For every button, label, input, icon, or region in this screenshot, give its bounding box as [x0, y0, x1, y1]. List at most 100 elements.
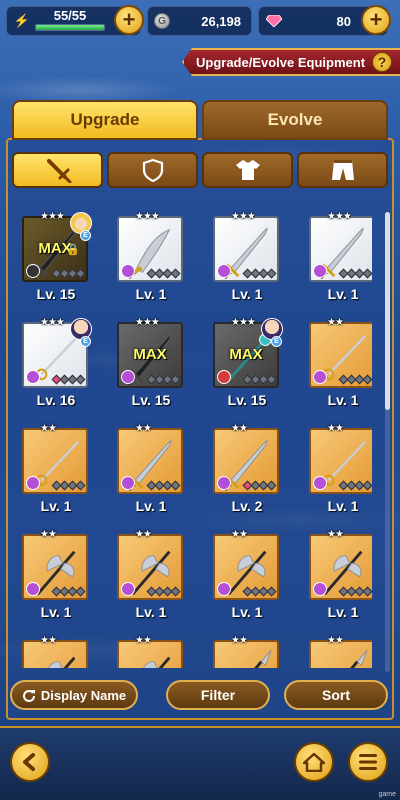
element-icon	[26, 370, 40, 384]
gold-resource: G 26,198	[147, 6, 252, 36]
equipment-card[interactable]: ★★ Lv. 1	[117, 423, 185, 514]
element-icon	[121, 370, 135, 384]
tab-upgrade[interactable]: Upgrade	[12, 100, 198, 140]
scrollbar-thumb[interactable]	[385, 212, 390, 410]
equipment-card[interactable]: ★★★ E Lv. 16	[22, 317, 92, 408]
category-shield[interactable]	[107, 152, 198, 188]
equipment-icon: ★★	[309, 423, 372, 494]
equipment-icon: ★★	[22, 529, 88, 600]
grid-scrollbar[interactable]	[385, 212, 390, 672]
lock-icon: 🔒	[66, 244, 80, 256]
upgrade-slots	[338, 586, 372, 597]
rarity-stars: ★★	[40, 635, 57, 646]
equipped-badge: E	[80, 230, 91, 241]
rarity-stars: ★★	[327, 529, 344, 540]
rarity-stars: ★★	[135, 423, 152, 434]
equipment-card[interactable]: ★★ Lv. 1	[309, 423, 372, 514]
slot-gem-icon	[75, 586, 86, 597]
upgrade-slots	[242, 586, 277, 597]
category-armor[interactable]	[202, 152, 293, 188]
equipment-icon: ★★	[309, 529, 372, 600]
axe-icon	[30, 648, 80, 668]
rarity-stars: ★★	[231, 529, 248, 540]
stamina-fill	[36, 25, 104, 30]
equipment-icon: ★★	[117, 635, 183, 668]
rarity-stars: ★★	[40, 529, 57, 540]
rarity-stars: ★★★	[231, 317, 256, 328]
equipment-icon: ★★	[22, 635, 88, 668]
grid-actions: Display Name Filter Sort	[10, 680, 390, 710]
upgrade-slots	[51, 586, 86, 597]
element-icon	[121, 476, 135, 490]
stamina-meter: 55/55	[35, 8, 105, 34]
equipment-card[interactable]: ★★	[309, 635, 372, 668]
filter-button[interactable]: Filter	[166, 680, 270, 710]
slot-gem-icon	[362, 374, 372, 385]
rarity-stars: ★★	[327, 317, 344, 328]
main-tabs: Upgrade Evolve	[12, 100, 388, 140]
resource-bar: ⚡ 55/55 + G 26,198 80 +	[6, 5, 394, 38]
slot-gem-icon	[266, 268, 277, 279]
equipment-card[interactable]: ★★ Lv. 2	[213, 423, 281, 514]
home-button[interactable]	[294, 742, 334, 782]
axe-icon	[125, 648, 175, 668]
slot-gem-icon	[266, 374, 277, 385]
coin-icon: G	[154, 13, 170, 29]
element-icon	[26, 264, 40, 278]
rarity-stars: ★★	[231, 423, 248, 434]
add-gems-button[interactable]: +	[361, 5, 391, 35]
menu-button[interactable]	[348, 742, 388, 782]
display-name-button[interactable]: Display Name	[10, 680, 138, 710]
equipment-card[interactable]: ★★★ MAX Lv. 15	[117, 317, 185, 408]
equipment-card[interactable]: ★★	[22, 635, 90, 668]
element-icon	[217, 264, 231, 278]
equipment-card[interactable]: ★★ Lv. 1	[213, 529, 281, 620]
tab-evolve[interactable]: Evolve	[202, 100, 388, 140]
refresh-icon	[22, 690, 35, 702]
element-icon	[217, 582, 231, 596]
equipment-card[interactable]: ★★ Lv. 1	[117, 529, 185, 620]
sword-icon	[46, 159, 71, 183]
upgrade-slots	[146, 268, 181, 279]
back-button[interactable]	[10, 742, 50, 782]
sort-button[interactable]: Sort	[284, 680, 388, 710]
equipment-card[interactable]: ★★★ Lv. 1	[309, 211, 372, 302]
rarity-stars: ★★	[135, 635, 152, 646]
upgrade-slots	[146, 374, 181, 385]
equipment-card[interactable]: ★★★ Lv. 1	[117, 211, 185, 302]
slot-gem-icon	[362, 480, 372, 491]
add-stamina-button[interactable]: +	[114, 5, 144, 35]
equipment-card[interactable]: ★★ Lv. 1	[309, 529, 372, 620]
equipment-level: Lv. 1	[327, 604, 359, 620]
equipment-level: Lv. 1	[231, 286, 263, 302]
equipment-card[interactable]: ★★ Lv. 1	[22, 423, 90, 514]
equipment-icon: ★★	[309, 317, 372, 388]
category-tabs	[12, 152, 388, 188]
category-weapon[interactable]	[12, 152, 103, 188]
equipment-level: Lv. 15	[36, 286, 76, 302]
armor-icon	[235, 160, 260, 180]
watermark: game	[378, 791, 396, 798]
equipment-level: Lv. 1	[135, 604, 167, 620]
stamina-resource: ⚡ 55/55 +	[6, 5, 144, 36]
back-arrow-icon	[23, 753, 35, 771]
max-label: MAX	[229, 346, 263, 363]
equipment-card[interactable]: ★★ Lv. 1	[309, 317, 372, 408]
equipment-card[interactable]: ★★ Lv. 1	[22, 529, 90, 620]
equipment-level: Lv. 1	[135, 498, 167, 514]
equipment-level: Lv. 15	[227, 392, 267, 408]
help-button[interactable]: ?	[372, 52, 392, 72]
category-pants[interactable]	[297, 152, 388, 188]
equipment-level: Lv. 2	[231, 498, 263, 514]
equipment-card[interactable]: ★★	[117, 635, 185, 668]
upgrade-slots	[51, 480, 86, 491]
equipment-level: Lv. 16	[36, 392, 76, 408]
slot-gem-icon	[266, 480, 277, 491]
equipment-card[interactable]: ★★★ Lv. 1	[213, 211, 281, 302]
equipment-card[interactable]: ★★★ MAX E Lv. 15	[213, 317, 283, 408]
rarity-stars: ★★★	[231, 211, 256, 222]
equipment-level: Lv. 1	[40, 604, 72, 620]
equipment-card[interactable]: ★★★ MAX 🔒 E Lv. 15	[22, 211, 92, 302]
home-icon	[303, 752, 325, 772]
equipment-card[interactable]: ★★	[213, 635, 281, 668]
